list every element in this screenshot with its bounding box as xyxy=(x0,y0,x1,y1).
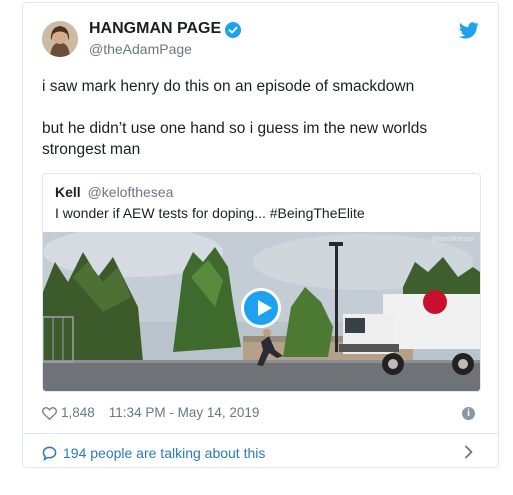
twitter-bird-icon[interactable] xyxy=(459,22,479,39)
author-avatar[interactable] xyxy=(42,21,78,57)
video-thumbnail[interactable]: @kelofthesea xyxy=(43,232,480,391)
quoted-tweet[interactable]: Kell @kelofthesea I wonder if AEW tests … xyxy=(42,173,481,392)
info-icon[interactable]: i xyxy=(462,407,475,420)
author-name[interactable]: HANGMAN PAGE xyxy=(89,20,221,38)
verified-badge-icon xyxy=(225,22,241,38)
play-button-icon[interactable] xyxy=(241,288,281,328)
chevron-right-icon[interactable] xyxy=(464,445,474,459)
conversation-text: 194 people are talking about this xyxy=(63,445,266,461)
tweet-text-line: but he didn’t use one hand so i guess im… xyxy=(42,120,428,158)
tweet-card: HANGMAN PAGE @theAdamPage i saw mark hen… xyxy=(22,2,499,468)
quoted-tweet-text: I wonder if AEW tests for doping... #Bei… xyxy=(55,205,365,221)
author-handle[interactable]: @theAdamPage xyxy=(89,41,192,57)
divider xyxy=(23,433,498,434)
tweet-text: i saw mark henry do this on an episode o… xyxy=(42,76,482,160)
quoted-author: Kell @kelofthesea xyxy=(55,184,173,200)
conversation-link[interactable]: 194 people are talking about this xyxy=(42,445,265,461)
heart-icon[interactable] xyxy=(42,406,57,420)
timestamp[interactable]: 11:34 PM - May 14, 2019 xyxy=(109,405,260,420)
speech-bubble-icon xyxy=(42,446,57,461)
tweet-text-line: i saw mark henry do this on an episode o… xyxy=(42,78,415,95)
tweet-meta: 1,848 11:34 PM - May 14, 2019 xyxy=(42,405,259,420)
quoted-author-name: Kell xyxy=(55,184,81,200)
like-count[interactable]: 1,848 xyxy=(61,405,95,420)
quoted-author-handle: @kelofthesea xyxy=(87,184,174,200)
video-watermark: @kelofthesea xyxy=(431,236,474,243)
